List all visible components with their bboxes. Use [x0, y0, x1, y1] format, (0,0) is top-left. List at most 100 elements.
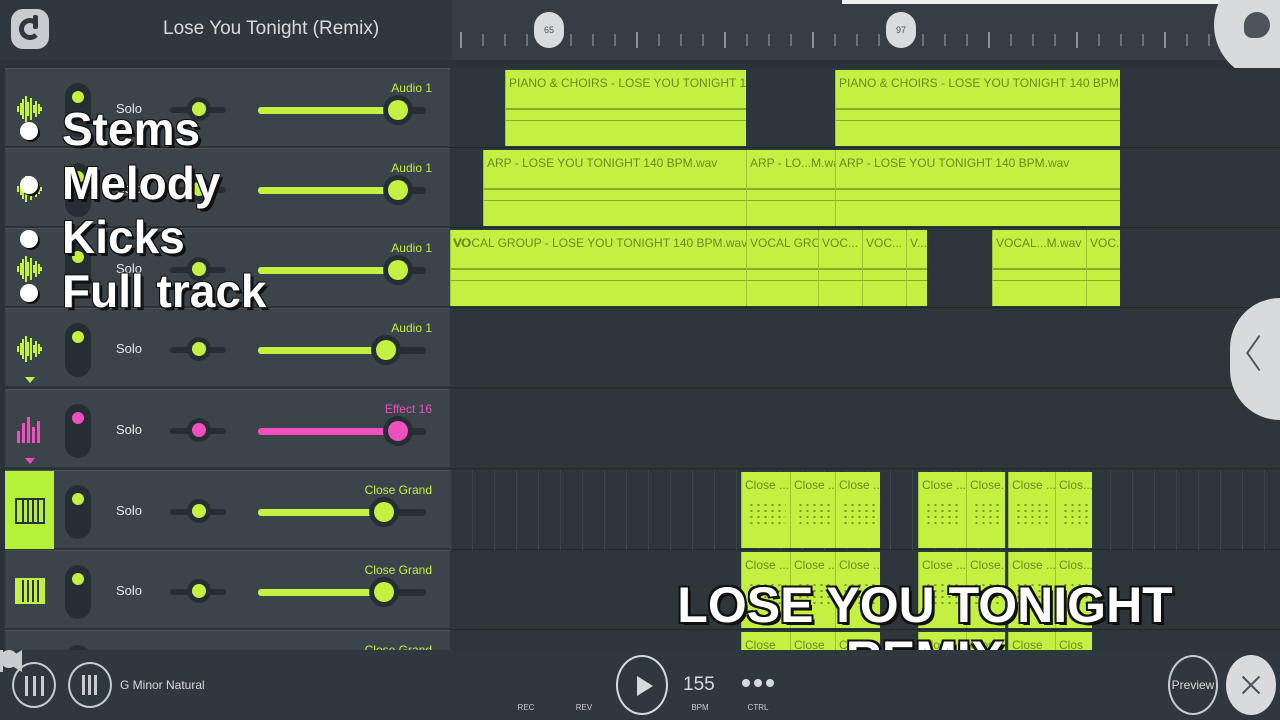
track-mute-switch[interactable] [65, 485, 91, 539]
clip-label: VOCAL GRO... [750, 236, 818, 250]
expand-arrow-icon[interactable] [25, 458, 35, 464]
track-lane[interactable]: ARP - LOSE YOU TONIGHT 140 BPM.wav ARP - … [450, 148, 1280, 228]
track-lane[interactable]: VOCAL GROUP - LOSE YOU TONIGHT 140 BPM.w… [450, 228, 1280, 308]
audio-clip[interactable]: VOCAL GROUP - LOSE YOU TONIGHT 140 BPM.w… [450, 230, 746, 306]
track-control-panel: Solo Effect 16 [5, 389, 450, 467]
close-button[interactable] [1226, 655, 1276, 715]
pan-knob[interactable] [187, 499, 211, 523]
volume-knob[interactable] [383, 416, 413, 446]
clip-label: Close ... [922, 478, 966, 492]
track-icon-button[interactable] [5, 631, 54, 650]
track-name: Close Grand [364, 483, 432, 497]
equalizer-bar [32, 427, 35, 443]
pattern-clip[interactable]: Clos... [1055, 472, 1092, 548]
mute-indicator [72, 331, 84, 343]
control-menu-button[interactable] [742, 679, 774, 689]
track-icon-button[interactable] [5, 309, 54, 387]
timeline-marker-97[interactable]: 97 [886, 12, 916, 48]
pan-knob[interactable] [187, 337, 211, 361]
clip-notes [797, 502, 831, 524]
solo-button[interactable]: Solo [116, 503, 142, 518]
more-dots-icon [742, 679, 750, 687]
bpm-value[interactable]: 155 [683, 674, 715, 696]
clip-label: ARP - LOSE YOU TONIGHT 140 BPM.wav [839, 156, 1070, 170]
solo-button[interactable]: Solo [116, 583, 142, 598]
ruler-tick [988, 32, 990, 48]
pan-knob[interactable] [187, 418, 211, 442]
song-title: Lose You Tonight (Remix) [163, 18, 380, 39]
play-icon [637, 676, 653, 696]
preview-button[interactable]: Preview [1168, 655, 1218, 715]
track-name: Close Grand [364, 563, 432, 577]
audio-clip[interactable]: VOCAL GRO... [746, 230, 818, 306]
track-lane[interactable] [450, 389, 1280, 469]
audio-clip[interactable]: PIANO & CHOIRS - LOSE YOU TONIGHT 140 BP… [835, 70, 1120, 146]
clip-label: Close ... [794, 558, 835, 572]
record-label: REC [517, 703, 535, 712]
bottom-toolbar: G Minor Natural REC REV 155 BPM CTRL Pre… [0, 650, 1280, 720]
pan-knob[interactable] [187, 579, 211, 603]
loop-region-bar[interactable] [842, 0, 1220, 4]
play-button[interactable] [616, 655, 668, 715]
pattern-clip[interactable]: Close ... [790, 472, 835, 548]
audio-clip[interactable]: VOC... [862, 230, 906, 306]
volume-knob[interactable] [369, 577, 399, 607]
track-lane[interactable]: Close ... Close ... Close ... Close ... Clos… [450, 470, 1280, 550]
pattern-clip[interactable]: Close ... [741, 472, 790, 548]
clip-notes [748, 502, 786, 524]
piano-key-line [37, 500, 39, 522]
solo-button[interactable]: Solo [116, 341, 142, 356]
audio-clip[interactable]: VOC... [818, 230, 862, 306]
volume-knob[interactable] [371, 335, 401, 365]
audio-clip[interactable]: V... [906, 230, 927, 306]
expand-arrow-icon[interactable] [25, 377, 35, 383]
clip-label: V... [910, 236, 927, 250]
audio-clip[interactable]: ARP - LOSE YOU TONIGHT 140 BPM.wav [483, 150, 746, 226]
track-mute-switch[interactable] [65, 404, 91, 458]
timeline-ruler[interactable]: 65 97 [452, 0, 1242, 60]
pattern-clip[interactable]: Close ... [835, 472, 880, 548]
clip-label: Close ... [922, 558, 966, 572]
clip-label: Close ... [839, 558, 880, 572]
track-row[interactable]: Solo Close Grand Close ... Close ... Close .… [5, 470, 1280, 550]
app-menu-button[interactable] [11, 9, 49, 49]
track-row[interactable]: Solo Effect 16 [5, 389, 1280, 469]
scale-selector[interactable]: G Minor Natural [120, 678, 205, 692]
pattern-clip[interactable]: Close... [966, 472, 1005, 548]
volume-knob[interactable] [383, 95, 413, 125]
ruler-tick [1120, 34, 1122, 46]
track-icon-button[interactable] [5, 551, 54, 629]
audio-clip[interactable]: ARP - LO...M.wav [746, 150, 835, 226]
volume-slider-fill [258, 267, 398, 274]
audio-clip[interactable]: ARP - LOSE YOU TONIGHT 140 BPM.wav [835, 150, 1120, 226]
clip-waveform-line [484, 200, 746, 201]
ruler-tick [504, 34, 506, 46]
track-mute-switch[interactable] [65, 323, 91, 377]
ruler-tick [1142, 34, 1144, 46]
track-icon-button[interactable] [5, 390, 54, 468]
audio-clip[interactable]: VOCAL...M.wav [992, 230, 1086, 306]
track-name: Audio 1 [391, 321, 432, 335]
track-icon-button[interactable] [5, 471, 54, 549]
track-mute-switch[interactable] [65, 565, 91, 619]
track-lane[interactable]: PIANO & CHOIRS - LOSE YOU TONIGHT 1...M.… [450, 68, 1280, 148]
volume-knob[interactable] [369, 497, 399, 527]
pattern-clip[interactable]: Close ... [918, 472, 966, 548]
audio-clip[interactable]: PIANO & CHOIRS - LOSE YOU TONIGHT 1...M.… [505, 70, 746, 146]
piano-roll-button[interactable] [68, 662, 112, 708]
overlay-bullet-item: Stems [18, 102, 267, 156]
piano-icon [15, 498, 45, 524]
volume-knob[interactable] [383, 175, 413, 205]
clip-waveform [747, 188, 835, 190]
audio-clip[interactable]: VOC... [1086, 230, 1120, 306]
track-row[interactable]: Solo Audio 1 [5, 308, 1280, 388]
timeline-marker-65[interactable]: 65 [534, 12, 564, 48]
solo-button[interactable]: Solo [116, 422, 142, 437]
track-lane[interactable] [450, 308, 1280, 388]
volume-knob[interactable] [383, 255, 413, 285]
clip-notes [1062, 502, 1088, 524]
clip-notes [925, 502, 962, 524]
clip-label: ARP - LOSE YOU TONIGHT 140 BPM.wav [487, 156, 718, 170]
pattern-clip[interactable]: Close ... [1008, 472, 1055, 548]
ruler-tick [1032, 34, 1034, 46]
